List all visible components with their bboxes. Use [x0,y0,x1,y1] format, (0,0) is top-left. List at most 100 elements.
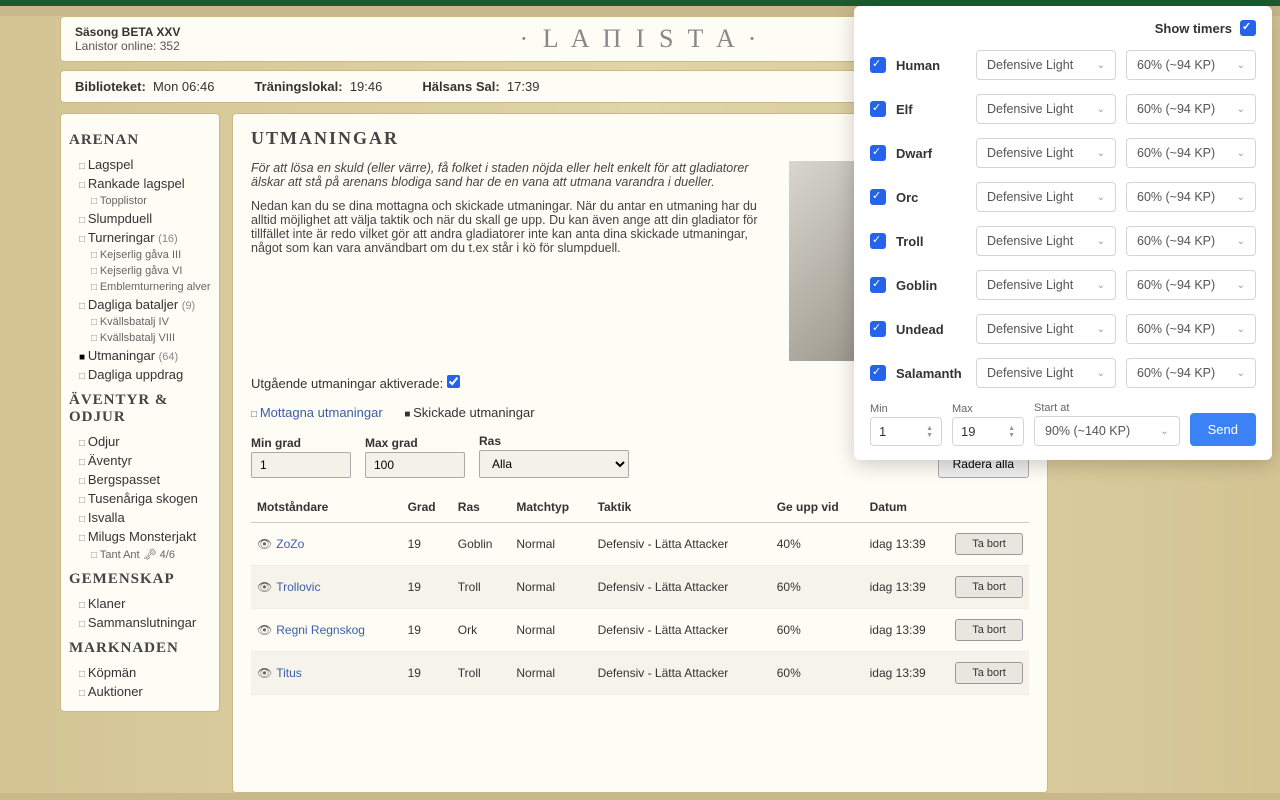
chevron-down-icon: ⌄ [1097,60,1105,71]
sidebar-item[interactable]: Isvalla [69,508,211,527]
race-row: Elf Defensive Light⌄ 60% (~94 KP)⌄ [870,94,1256,124]
race-checkbox[interactable] [870,365,886,381]
min-grade-label: Min grad [251,436,351,450]
race-checkbox[interactable] [870,145,886,161]
race-label: Elf [896,102,966,117]
popup-start-label: Start at [1034,402,1180,414]
sidebar-subitem[interactable]: Kvällsbatalj IV [69,314,211,330]
race-label: Human [896,58,966,73]
max-grade-input[interactable] [365,452,465,478]
giveup-select[interactable]: 60% (~94 KP)⌄ [1126,270,1256,300]
race-row: UndeadDefensive Light⌄60% (~94 KP)⌄ [870,314,1256,344]
race-label: Orc [896,190,966,205]
race-row: Human Defensive Light⌄ 60% (~94 KP)⌄ [870,50,1256,80]
popup-start-select[interactable]: 90% (~140 KP) ⌄ [1034,416,1180,446]
col-match: Matchtyp [510,492,591,523]
opponent-link[interactable]: Regni Regnskog [276,623,365,637]
outgoing-checkbox[interactable] [447,375,460,388]
tactic-select[interactable]: Defensive Light⌄ [976,270,1116,300]
sidebar-subitem[interactable]: Emblemturnering alver [69,279,211,295]
sidebar-subitem[interactable]: Kvällsbatalj VIII [69,330,211,346]
race-checkbox[interactable] [870,277,886,293]
race-row: Troll Defensive Light⌄ 60% (~94 KP)⌄ [870,226,1256,256]
popup-min-label: Min [870,403,942,415]
race-filter-select[interactable]: Alla [479,450,629,478]
send-button[interactable]: Send [1190,413,1256,446]
chevron-down-icon: ⌄ [1237,192,1245,203]
race-checkbox[interactable] [870,57,886,73]
tactic-select[interactable]: Defensive Light⌄ [976,182,1116,212]
giveup-select[interactable]: 60% (~94 KP)⌄ [1126,94,1256,124]
sidebar-item[interactable]: Slumpduell [69,209,211,228]
tactic-select[interactable]: Defensive Light⌄ [976,138,1116,168]
sidebar-item[interactable]: Bergspasset [69,470,211,489]
eye-icon[interactable]: 👁 [257,623,272,637]
eye-icon[interactable]: 👁 [257,666,272,680]
tab-received[interactable]: Mottagna utmaningar [251,405,383,420]
sidebar-subitem[interactable]: Kejserlig gåva VI [69,263,211,279]
giveup-select[interactable]: 60% (~94 KP)⌄ [1126,226,1256,256]
sidebar-heading-arena: ARENAN [69,132,211,149]
sidebar-item[interactable]: Odjur [69,432,211,451]
sidebar-item[interactable]: Dagliga uppdrag [69,365,211,384]
remove-button[interactable]: Ta bort [955,619,1023,641]
tactic-select[interactable]: Defensive Light⌄ [976,226,1116,256]
remove-button[interactable]: Ta bort [955,533,1023,555]
eye-icon[interactable]: 👁 [257,580,272,594]
giveup-select[interactable]: 60% (~94 KP)⌄ [1126,182,1256,212]
sidebar-item[interactable]: Köpmän [69,663,211,682]
tactic-select[interactable]: Defensive Light⌄ [976,314,1116,344]
giveup-select[interactable]: 60% (~94 KP)⌄ [1126,50,1256,80]
sidebar-item[interactable]: Rankade lagspel [69,174,211,193]
race-checkbox[interactable] [870,321,886,337]
popup-max-input[interactable]: 19 ▲▼ [952,417,1024,446]
sidebar-subitem[interactable]: Topplistor [69,193,211,209]
race-checkbox[interactable] [870,189,886,205]
chevron-down-icon: ⌄ [1097,236,1105,247]
sidebar-item[interactable]: Sammanslutningar [69,613,211,632]
sidebar-subitem[interactable]: Kejserlig gåva III [69,247,211,263]
sidebar-item[interactable]: Auktioner [69,682,211,701]
race-checkbox[interactable] [870,101,886,117]
sidebar-heading-community: GEMENSKAP [69,571,211,588]
min-grade-input[interactable] [251,452,351,478]
sidebar-item[interactable]: Lagspel [69,155,211,174]
race-label: Dwarf [896,146,966,161]
sidebar-item[interactable]: Tusenåriga skogen [69,489,211,508]
chevron-down-icon: ⌄ [1097,324,1105,335]
tab-sent[interactable]: Skickade utmaningar [404,405,534,420]
giveup-select[interactable]: 60% (~94 KP)⌄ [1126,314,1256,344]
chevron-down-icon: ⌄ [1237,104,1245,115]
col-tactic: Taktik [592,492,771,523]
tactic-select[interactable]: Defensive Light⌄ [976,94,1116,124]
sidebar: ARENAN LagspelRankade lagspelTopplistorS… [60,113,220,712]
sidebar-item[interactable]: Äventyr [69,451,211,470]
opponent-link[interactable]: Trollovic [276,580,320,594]
remove-button[interactable]: Ta bort [955,576,1023,598]
sidebar-item[interactable]: Dagliga bataljer (9) [69,295,211,314]
race-label: Troll [896,234,966,249]
show-timers-checkbox[interactable] [1240,20,1256,36]
tactic-select[interactable]: Defensive Light⌄ [976,358,1116,388]
remove-button[interactable]: Ta bort [955,662,1023,684]
popup-min-input[interactable]: 1 ▲▼ [870,417,942,446]
sidebar-subitem[interactable]: Tant Ant 🗝 4/6 [69,546,211,563]
tactic-select[interactable]: Defensive Light⌄ [976,50,1116,80]
giveup-select[interactable]: 60% (~94 KP)⌄ [1126,138,1256,168]
sidebar-item[interactable]: Utmaningar (64) [69,346,211,365]
race-checkbox[interactable] [870,233,886,249]
giveup-select[interactable]: 60% (~94 KP)⌄ [1126,358,1256,388]
chevron-down-icon: ⌄ [1237,324,1245,335]
intro-emphasis: För att lösa en skuld (eller värre), få … [251,161,769,189]
online-label: Lanistor online: [75,39,156,53]
opponent-link[interactable]: ZoZo [276,537,304,551]
sidebar-item[interactable]: Klaner [69,594,211,613]
opponent-link[interactable]: Titus [276,666,302,680]
race-label: Goblin [896,278,966,293]
eye-icon[interactable]: 👁 [257,537,272,551]
popup-max-label: Max [952,403,1024,415]
race-filter-label: Ras [479,434,629,448]
sidebar-item[interactable]: Turneringar (16) [69,228,211,247]
sidebar-item[interactable]: Milugs Monsterjakt [69,527,211,546]
sidebar-heading-adventure: ÄVENTYR & ODJUR [69,392,211,426]
